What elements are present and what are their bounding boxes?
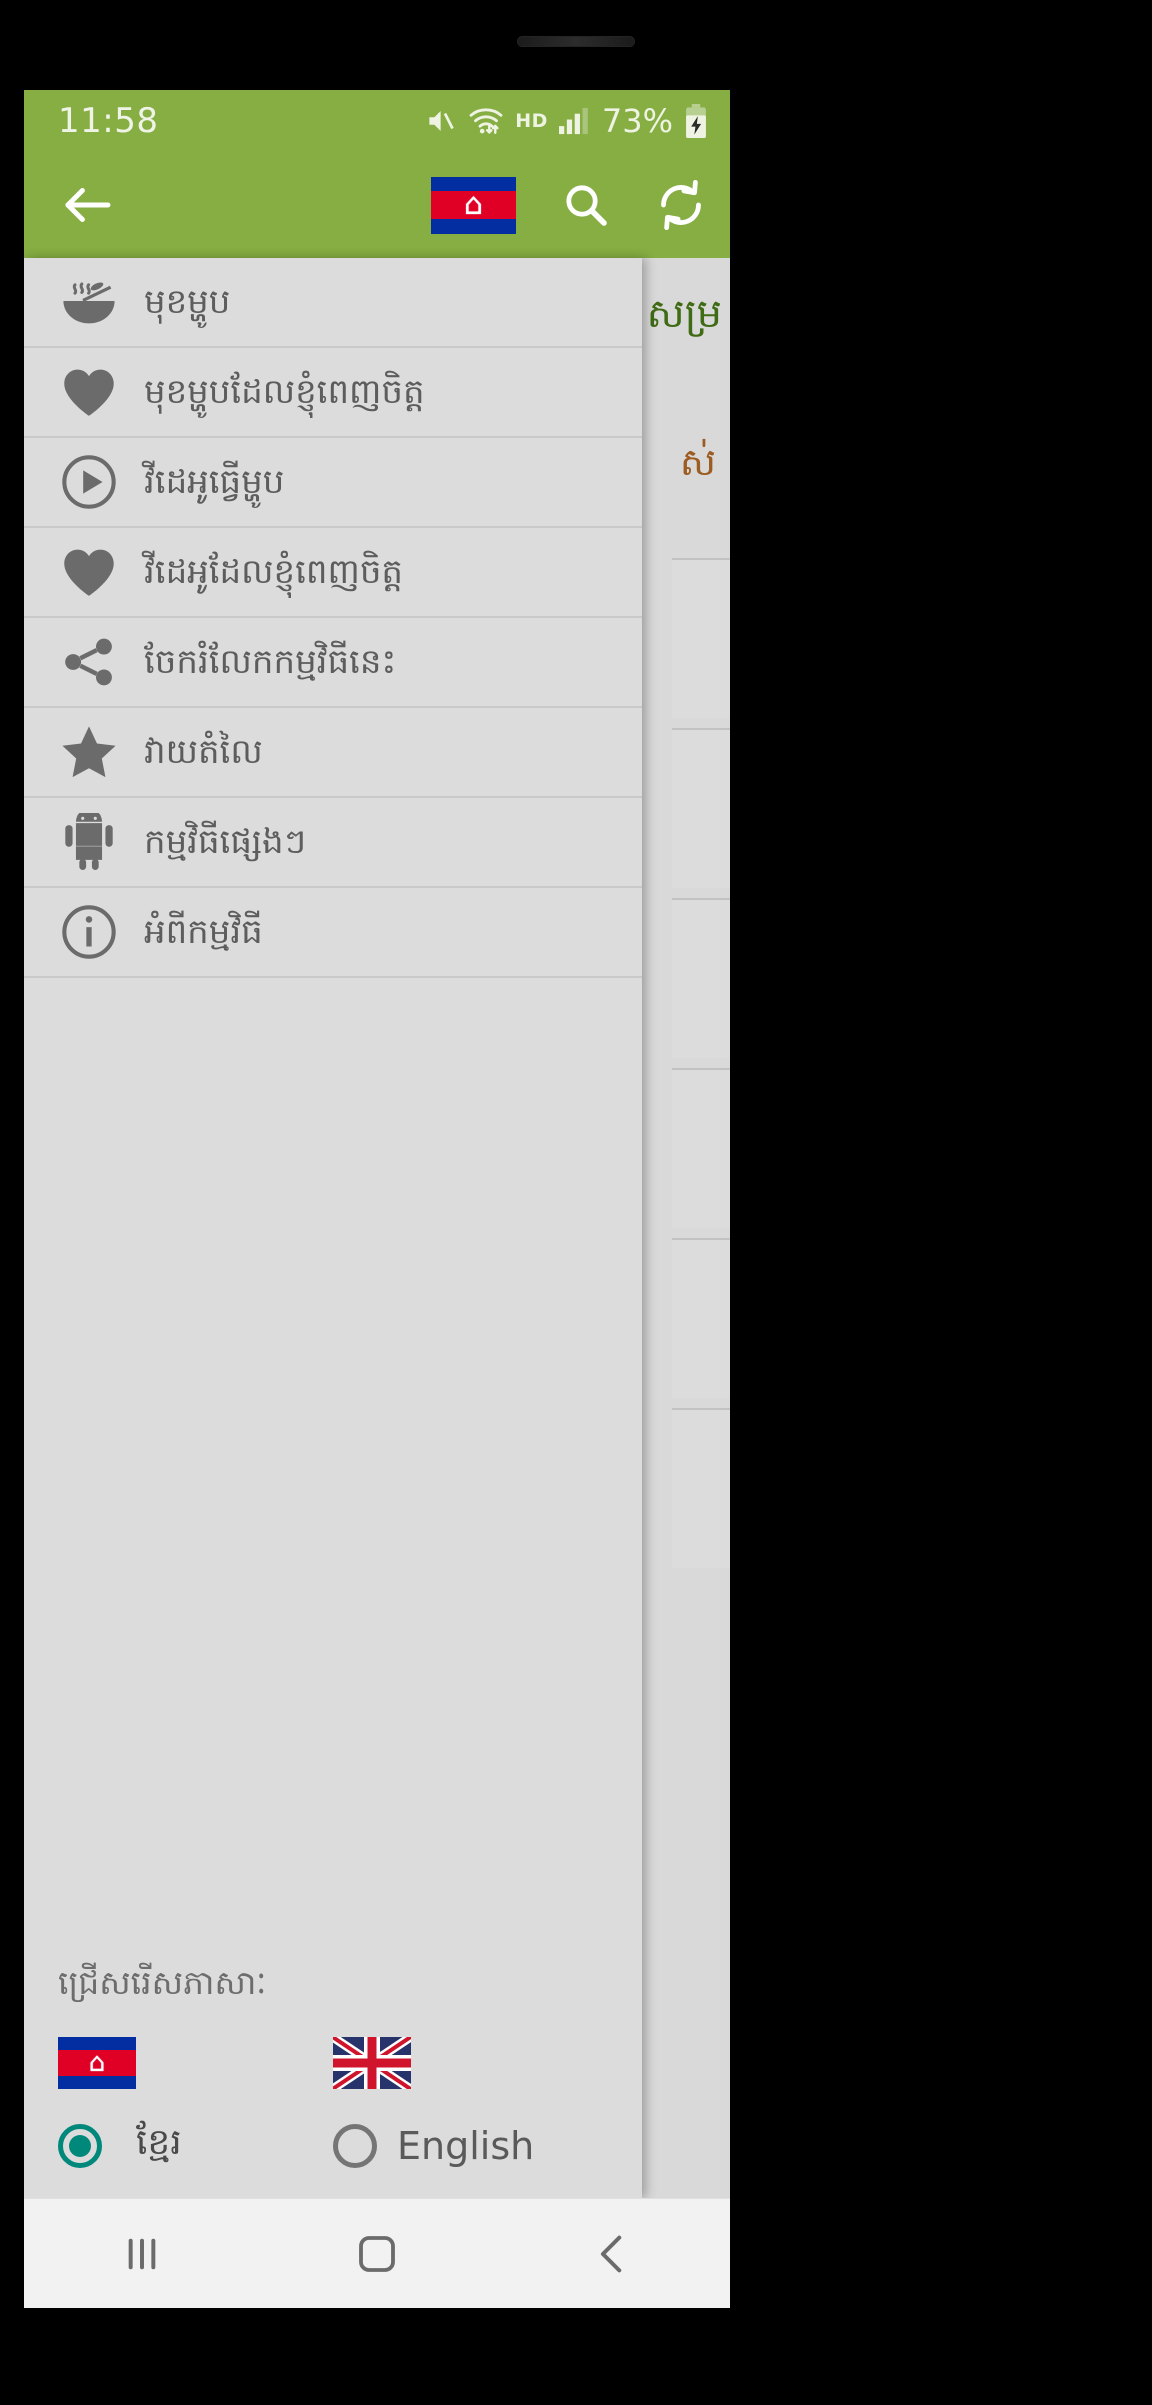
language-option-english-flag[interactable] bbox=[313, 2037, 602, 2089]
nav-back-icon[interactable] bbox=[552, 2199, 672, 2309]
info-circle-icon bbox=[58, 901, 120, 963]
star-icon bbox=[58, 721, 120, 783]
bezel-right bbox=[730, 0, 1152, 2405]
share-icon bbox=[58, 631, 120, 693]
drawer-item-cooking-videos[interactable]: វីដេអូធ្វើម្ហូប bbox=[24, 438, 642, 528]
language-radio-row: ខ្មែរ English bbox=[24, 2119, 642, 2172]
earpiece-speaker bbox=[517, 36, 635, 47]
uk-flag-icon bbox=[333, 2037, 411, 2089]
drawer-item-share-app[interactable]: ចែករំលែកកម្មវិធីនេះ bbox=[24, 618, 642, 708]
android-robot-icon bbox=[58, 811, 120, 873]
behind-card bbox=[672, 1238, 730, 1398]
cambodia-flag-icon: ⌂ bbox=[58, 2037, 136, 2089]
drawer-item-label: ចែករំលែកកម្មវិធីនេះ bbox=[144, 641, 397, 682]
behind-card bbox=[672, 1068, 730, 1228]
drawer-item-label: កម្មវិធីផ្សេងៗ bbox=[144, 821, 307, 862]
angkor-temple-glyph: ⌂ bbox=[463, 187, 484, 222]
search-icon[interactable] bbox=[562, 181, 610, 229]
status-bar: 11:58 HD 73% bbox=[24, 90, 730, 152]
signal-icon bbox=[558, 107, 591, 135]
play-circle-icon bbox=[58, 451, 120, 513]
mute-icon bbox=[423, 106, 457, 136]
behind-card bbox=[672, 898, 730, 1058]
radio-khmer-selected[interactable] bbox=[58, 2123, 102, 2168]
heart-icon bbox=[58, 541, 120, 603]
drawer-item-label: មុខម្ហូបដែលខ្ញុំពេញចិត្ត bbox=[144, 371, 425, 412]
app-bar: ⌂ bbox=[24, 152, 730, 258]
cambodia-flag-icon[interactable]: ⌂ bbox=[431, 176, 516, 234]
status-time: 11:58 bbox=[58, 101, 159, 141]
drawer-item-about[interactable]: អំពីកម្មវិធី bbox=[24, 888, 642, 978]
soup-bowl-icon bbox=[58, 271, 120, 333]
radio-english-label: English bbox=[397, 2123, 535, 2168]
wifi-icon bbox=[468, 106, 504, 136]
radio-english-unselected[interactable] bbox=[333, 2123, 377, 2168]
behind-page-title: សម្រ bbox=[646, 291, 722, 337]
angkor-temple-glyph: ⌂ bbox=[88, 2048, 106, 2078]
radio-khmer-label: ខ្មែរ bbox=[136, 2122, 182, 2163]
behind-card bbox=[672, 558, 730, 718]
refresh-icon[interactable] bbox=[656, 180, 706, 230]
app-bar-actions: ⌂ bbox=[431, 176, 706, 234]
drawer-item-label: វីដេអូដែលខ្ញុំពេញចិត្ត bbox=[144, 551, 403, 592]
language-flags-row: ⌂ bbox=[24, 2037, 642, 2089]
status-icons: HD 73% bbox=[423, 102, 708, 140]
drawer-item-rate[interactable]: វាយតំលៃ bbox=[24, 708, 642, 798]
behind-card bbox=[672, 728, 730, 888]
drawer-item-label: វីដេអូធ្វើម្ហូប bbox=[144, 461, 285, 502]
drawer-item-label: វាយតំលៃ bbox=[144, 731, 263, 772]
language-section: ជ្រើសរើសភាសាៈ ⌂ ខ្មែរ English bbox=[24, 1963, 642, 2198]
drawer-item-label: អំពីកម្មវិធី bbox=[144, 911, 263, 952]
behind-page-subtitle: ស់ bbox=[679, 440, 716, 484]
language-section-title: ជ្រើសរើសភាសាៈ bbox=[58, 1963, 267, 2002]
phone-screen: 11:58 HD 73% ⌂ សម្រ ស់ មុខម្ហូប មុខម្ហូប… bbox=[24, 90, 730, 2308]
drawer-item-favorite-videos[interactable]: វីដេអូដែលខ្ញុំពេញចិត្ត bbox=[24, 528, 642, 618]
hd-label: HD bbox=[515, 110, 548, 132]
behind-card bbox=[672, 1408, 730, 1568]
drawer-item-dishes[interactable]: មុខម្ហូប bbox=[24, 258, 642, 348]
drawer-spacer bbox=[24, 978, 642, 1963]
heart-icon bbox=[58, 361, 120, 423]
bezel-bottom bbox=[0, 2308, 1152, 2405]
battery-charging-icon bbox=[684, 104, 708, 138]
uk-cross-red-v bbox=[367, 2037, 377, 2089]
radio-option-khmer[interactable]: ខ្មែរ bbox=[24, 2119, 313, 2172]
drawer-item-other-apps[interactable]: កម្មវិធីផ្សេងៗ bbox=[24, 798, 642, 888]
system-navigation-bar bbox=[24, 2198, 730, 2308]
phone-frame: 11:58 HD 73% ⌂ សម្រ ស់ មុខម្ហូប មុខម្ហូប… bbox=[0, 0, 1152, 2405]
navigation-drawer: មុខម្ហូប មុខម្ហូបដែលខ្ញុំពេញចិត្ត វីដេអូ… bbox=[24, 258, 642, 2198]
drawer-item-favorite-dishes[interactable]: មុខម្ហូបដែលខ្ញុំពេញចិត្ត bbox=[24, 348, 642, 438]
cambodia-flag-graphic: ⌂ bbox=[431, 176, 516, 234]
home-icon[interactable] bbox=[317, 2199, 437, 2309]
recents-icon[interactable] bbox=[82, 2199, 202, 2309]
language-option-khmer-flag[interactable]: ⌂ bbox=[24, 2037, 313, 2089]
battery-percent-label: 73% bbox=[601, 102, 673, 140]
radio-option-english[interactable]: English bbox=[313, 2123, 602, 2168]
back-arrow-icon[interactable] bbox=[62, 184, 112, 226]
drawer-item-label: មុខម្ហូប bbox=[144, 281, 231, 322]
